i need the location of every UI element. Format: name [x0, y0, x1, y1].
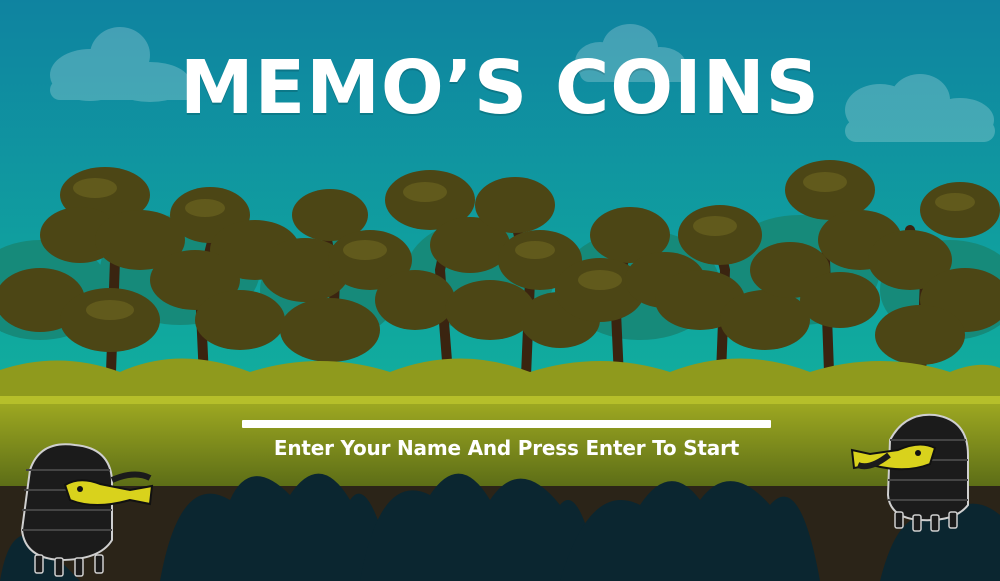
- game-screen: MEMO’S COINS Enter Your Name And Press E…: [0, 0, 1000, 581]
- game-title: MEMO’S COINS: [180, 45, 820, 131]
- grass-edge: [0, 396, 1000, 404]
- start-prompt: Enter Your Name And Press Enter To Start: [273, 436, 740, 460]
- player-name-input[interactable]: [242, 420, 771, 428]
- tall-grass: [0, 358, 1000, 400]
